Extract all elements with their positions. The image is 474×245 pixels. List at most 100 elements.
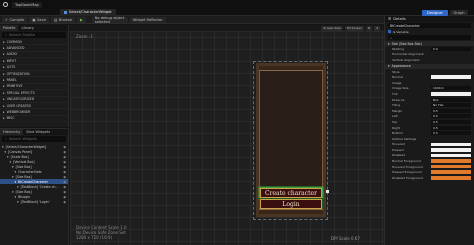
tab-bind-widgets[interactable]: Bind Widgets <box>23 129 53 135</box>
zoom-label: Zoom -1 <box>76 34 93 39</box>
property-value-field[interactable]: No Tile <box>431 103 471 108</box>
visibility-eye-icon[interactable]: ◉ <box>63 155 66 159</box>
tab-library[interactable]: Library <box>18 25 37 31</box>
property-value-field[interactable]: 0.5 <box>431 114 471 119</box>
color-swatch[interactable] <box>431 148 471 152</box>
chevron-down-icon: ▾ <box>9 159 12 164</box>
property-value-field[interactable]: 0.5 <box>431 119 471 124</box>
designer-canvas[interactable]: Screen Size Fill Screen R 4 Zoom -1 Devi… <box>70 25 384 245</box>
details-property-row: Vertical Alignment <box>392 57 420 62</box>
hierarchy-search-input[interactable]: ⌕ Search Widgets <box>2 136 66 142</box>
chevron-right-icon: ▸ <box>3 52 5 57</box>
color-swatch[interactable] <box>431 170 471 175</box>
tab-select-character-widget[interactable]: Select/CharacterWidget <box>60 8 116 16</box>
property-value-field[interactable]: 1000.0 <box>431 86 471 91</box>
tab-label: Select/CharacterWidget <box>69 10 112 14</box>
compile-button[interactable]: ✔ Compile <box>2 16 28 23</box>
search-icon: ⌕ <box>5 137 8 141</box>
chevron-right-icon: ▸ <box>3 90 5 95</box>
property-value-field[interactable]: 0.0 <box>431 46 471 51</box>
chevron-down-icon: ▾ <box>12 189 14 194</box>
chevron-right-icon: ▸ <box>3 39 5 44</box>
widget-name-field[interactable]: BtCreateCharacter <box>388 23 471 28</box>
search-icon: ⌕ <box>390 35 392 40</box>
debug-filter-dropdown[interactable]: No debug object selected <box>91 16 128 24</box>
refresh-button[interactable]: R <box>365 25 373 31</box>
chevron-down-icon: ▾ <box>14 179 17 184</box>
property-value-field[interactable]: 0.5 <box>431 131 471 136</box>
resolution-label: 1280 x 720 (16:9) <box>76 235 113 240</box>
details-search-input[interactable]: ⌕ <box>388 35 471 40</box>
chevron-right-icon: ▸ <box>3 58 5 63</box>
create-character-button[interactable]: Create character <box>260 188 322 198</box>
chevron-down-icon: ▾ <box>388 41 390 46</box>
play-button[interactable]: ▶ <box>76 16 86 23</box>
chevron-right-icon: ▸ <box>3 109 5 114</box>
visibility-eye-icon[interactable]: ◉ <box>63 195 66 199</box>
details-header: ☰ Details <box>385 16 474 22</box>
tab-palette[interactable]: Palette <box>0 25 19 31</box>
chevron-down-icon: ▾ <box>17 199 19 204</box>
screen-size-dropdown[interactable]: Screen Size <box>321 25 343 31</box>
chevron-down-icon: ▾ <box>14 169 17 174</box>
unreal-logo-icon[interactable] <box>3 2 8 7</box>
details-sections: ▾ Slot (Size Box Slot) Padding 0.0 Horizonta… <box>385 41 474 181</box>
visibility-eye-icon[interactable]: ◉ <box>63 175 66 179</box>
project-tab[interactable]: TopDownMap <box>12 1 42 8</box>
chevron-down-icon: ▾ <box>12 174 14 179</box>
widget-blueprint-icon <box>64 10 67 14</box>
visibility-eye-icon[interactable]: ◉ <box>63 160 66 164</box>
chevron-right-icon: ▸ <box>3 71 5 76</box>
grid-snap-dropdown[interactable]: 4 <box>374 25 380 31</box>
tab-hierarchy[interactable]: Hierarchy <box>0 129 24 135</box>
dpi-scale-label: DPI Scale 0.67 <box>331 236 360 241</box>
device-info: Device Content Scale 1.0 No Device Safe … <box>76 225 127 240</box>
chevron-right-icon: ▸ <box>3 116 5 121</box>
search-icon: ⌕ <box>5 33 8 37</box>
hierarchy-panel: Hierarchy Bind Widgets ⌕ Search Widgets … <box>0 128 69 245</box>
color-swatch[interactable] <box>431 142 471 147</box>
visibility-eye-icon[interactable]: ◉ <box>63 190 66 194</box>
palette-search-input[interactable]: ⌕ Search Palette <box>2 32 66 38</box>
fill-screen-dropdown[interactable]: Fill Screen <box>344 25 364 31</box>
details-panel: ☰ Details BtCreateCharacter Is Variable … <box>384 16 474 245</box>
save-button[interactable]: ▣ Save <box>29 16 49 23</box>
chevron-right-icon: ▸ <box>3 84 5 89</box>
chevron-down-icon: ▾ <box>17 184 19 189</box>
chevron-right-icon: ▸ <box>3 103 5 108</box>
hierarchy-tree: ▾ [Select/CharacterWidget] ◉ ▾ [Canvas Panel… <box>0 144 68 204</box>
color-swatch[interactable] <box>431 92 471 96</box>
color-swatch[interactable] <box>431 164 471 169</box>
chevron-down-icon: ▾ <box>388 64 390 69</box>
visibility-eye-icon[interactable]: ◉ <box>63 145 66 149</box>
palette-panel: Palette Library ⌕ Search Palette ▸ COMMON… <box>0 25 69 127</box>
property-value-field[interactable]: 0.5 <box>431 125 471 130</box>
visibility-eye-icon[interactable]: ◉ <box>63 150 66 154</box>
visibility-eye-icon[interactable]: ◉ <box>63 165 66 169</box>
is-variable-checkbox[interactable] <box>388 30 391 33</box>
play-icon: ▶ <box>79 17 83 22</box>
palette-category[interactable]: ▸ MISC <box>0 116 68 123</box>
compile-icon: ✔ <box>5 17 9 22</box>
browse-button[interactable]: ▤ Browse <box>50 16 75 23</box>
hierarchy-item[interactable]: ▾ [TextBlock] 'Login' ◉ <box>0 199 68 204</box>
color-swatch[interactable] <box>431 153 471 158</box>
character-select-widget[interactable]: Create character Login <box>256 63 326 217</box>
property-value-field[interactable]: 0.5 <box>431 108 471 113</box>
save-icon: ▣ <box>32 17 36 22</box>
visibility-eye-icon[interactable]: ◉ <box>63 180 66 184</box>
chevron-down-icon: ▾ <box>14 194 17 199</box>
visibility-eye-icon[interactable]: ◉ <box>63 200 66 204</box>
chevron-right-icon: ▸ <box>3 78 5 83</box>
visibility-eye-icon[interactable]: ◉ <box>63 185 66 189</box>
color-swatch[interactable] <box>431 176 471 180</box>
login-button[interactable]: Login <box>260 199 322 209</box>
chevron-right-icon: ▸ <box>3 65 5 70</box>
visibility-eye-icon[interactable]: ◉ <box>63 170 66 174</box>
property-value-field[interactable]: Box <box>431 97 471 102</box>
color-swatch[interactable] <box>431 159 471 163</box>
widget-reflector-button[interactable]: Widget Reflector <box>129 16 166 23</box>
color-swatch[interactable] <box>431 75 471 79</box>
resize-handle[interactable] <box>326 190 329 193</box>
chevron-down-icon: ▾ <box>4 149 7 154</box>
